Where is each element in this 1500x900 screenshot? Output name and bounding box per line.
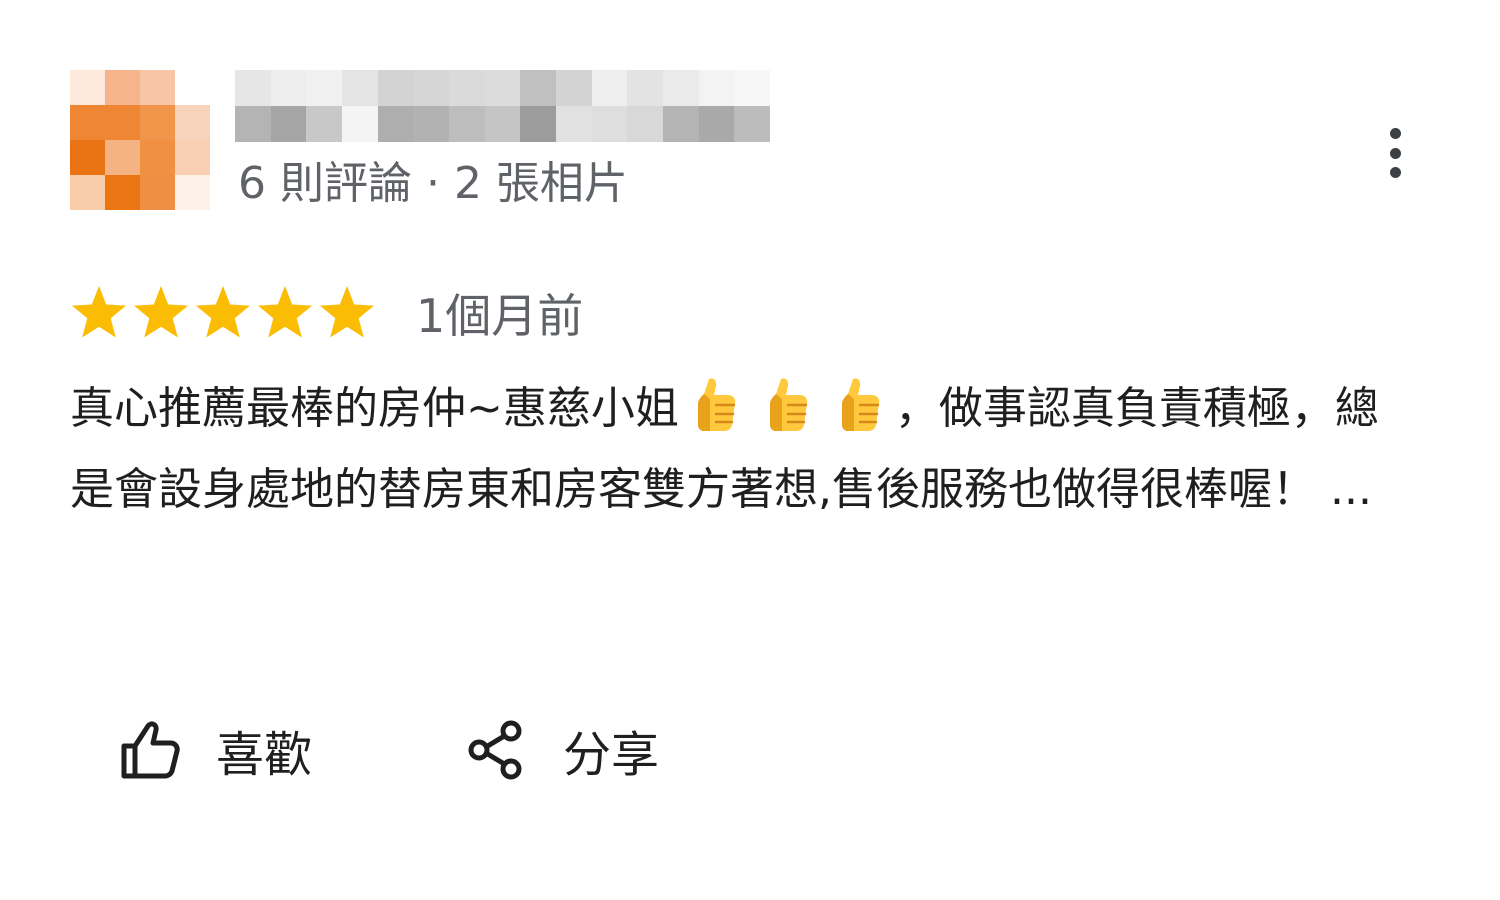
avatar-pixel (105, 105, 140, 140)
star-icon (320, 286, 374, 338)
avatar-pixel (175, 175, 210, 210)
avatar-pixel (105, 140, 140, 175)
review-card: 6 則評論 · 2 張相片 1個月前 真心推薦最棒的房仲~惠慈小姐 ，做事認真負責… (0, 0, 1500, 900)
name-blur-pixel (306, 106, 342, 142)
review-text-part1: 真心推薦最棒的房仲~惠慈小姐 (70, 383, 679, 434)
avatar-pixel (175, 70, 210, 105)
name-blur-pixel (484, 106, 521, 142)
name-blur-pixel (556, 106, 592, 142)
avatar-pixel (140, 105, 175, 140)
avatar-pixel (140, 140, 175, 175)
name-blur-pixel (591, 106, 628, 142)
review-text[interactable]: 真心推薦最棒的房仲~惠慈小姐 ，做事認真負責積極，總是會設身處地的替房東和房客雙方… (70, 368, 1415, 530)
name-blur-pixel (734, 106, 770, 142)
name-blur-pixel (413, 106, 449, 142)
name-blur-pixel (520, 70, 556, 106)
review-time: 1個月前 (416, 289, 584, 343)
name-blur-pixel (306, 70, 342, 106)
avatar-pixel (140, 70, 175, 105)
like-label: 喜歡 (216, 727, 313, 783)
avatar-pixel (70, 70, 105, 105)
star-icon (258, 286, 312, 338)
name-blur-pixel (449, 106, 485, 142)
avatar-pixel (175, 105, 210, 140)
name-blur-pixel (377, 106, 414, 142)
name-blur-pixel (270, 106, 307, 142)
name-blur-pixel (235, 106, 271, 142)
avatar-pixel (175, 140, 210, 175)
name-blur-pixel (663, 70, 699, 106)
like-button[interactable]: 喜歡 (118, 710, 312, 790)
name-blur-pixel (627, 106, 663, 142)
avatar-pixel (105, 175, 140, 210)
reviewer-avatar[interactable] (70, 70, 210, 210)
rating-row: 1個月前 (70, 278, 583, 348)
thumbs-up-emoji (697, 378, 736, 431)
thumbs-up-emoji (841, 378, 880, 431)
star-icon (134, 286, 188, 338)
name-blur-pixel (556, 70, 592, 106)
name-blur-pixel (235, 70, 271, 106)
name-blur-pixel (377, 70, 414, 106)
name-blur-pixel (342, 106, 378, 142)
share-button[interactable]: 分享 (465, 710, 659, 790)
thumb-up-outline-icon (121, 721, 180, 779)
reviewer-name-blurred[interactable] (235, 70, 770, 142)
thumbs-up-emojis (679, 378, 895, 434)
name-blur-pixel (484, 70, 521, 106)
avatar-pixel (105, 70, 140, 105)
name-blur-pixel (520, 106, 556, 142)
more-vert-icon (1389, 128, 1401, 139)
name-blur-pixel (663, 106, 699, 142)
star-rating (70, 284, 380, 342)
star-icon (72, 286, 126, 338)
name-blur-pixel (270, 70, 307, 106)
name-blur-pixel (627, 70, 663, 106)
share-icon (468, 720, 522, 780)
star-icon (196, 286, 250, 338)
name-blur-pixel (591, 70, 628, 106)
avatar-pixel (70, 140, 105, 175)
avatar-pixel (70, 105, 105, 140)
share-label: 分享 (563, 727, 660, 783)
name-blur-pixel (698, 70, 735, 106)
name-blur-pixel (698, 106, 735, 142)
thumbs-up-emoji (769, 378, 808, 431)
reviewer-meta: 6 則評論 · 2 張相片 (238, 158, 628, 209)
more-options-button[interactable] (1370, 122, 1420, 184)
name-blur-pixel (449, 70, 485, 106)
name-blur-pixel (413, 70, 449, 106)
name-blur-pixel (734, 70, 770, 106)
name-blur-pixel (342, 70, 378, 106)
avatar-pixel (70, 175, 105, 210)
avatar-pixel (140, 175, 175, 210)
